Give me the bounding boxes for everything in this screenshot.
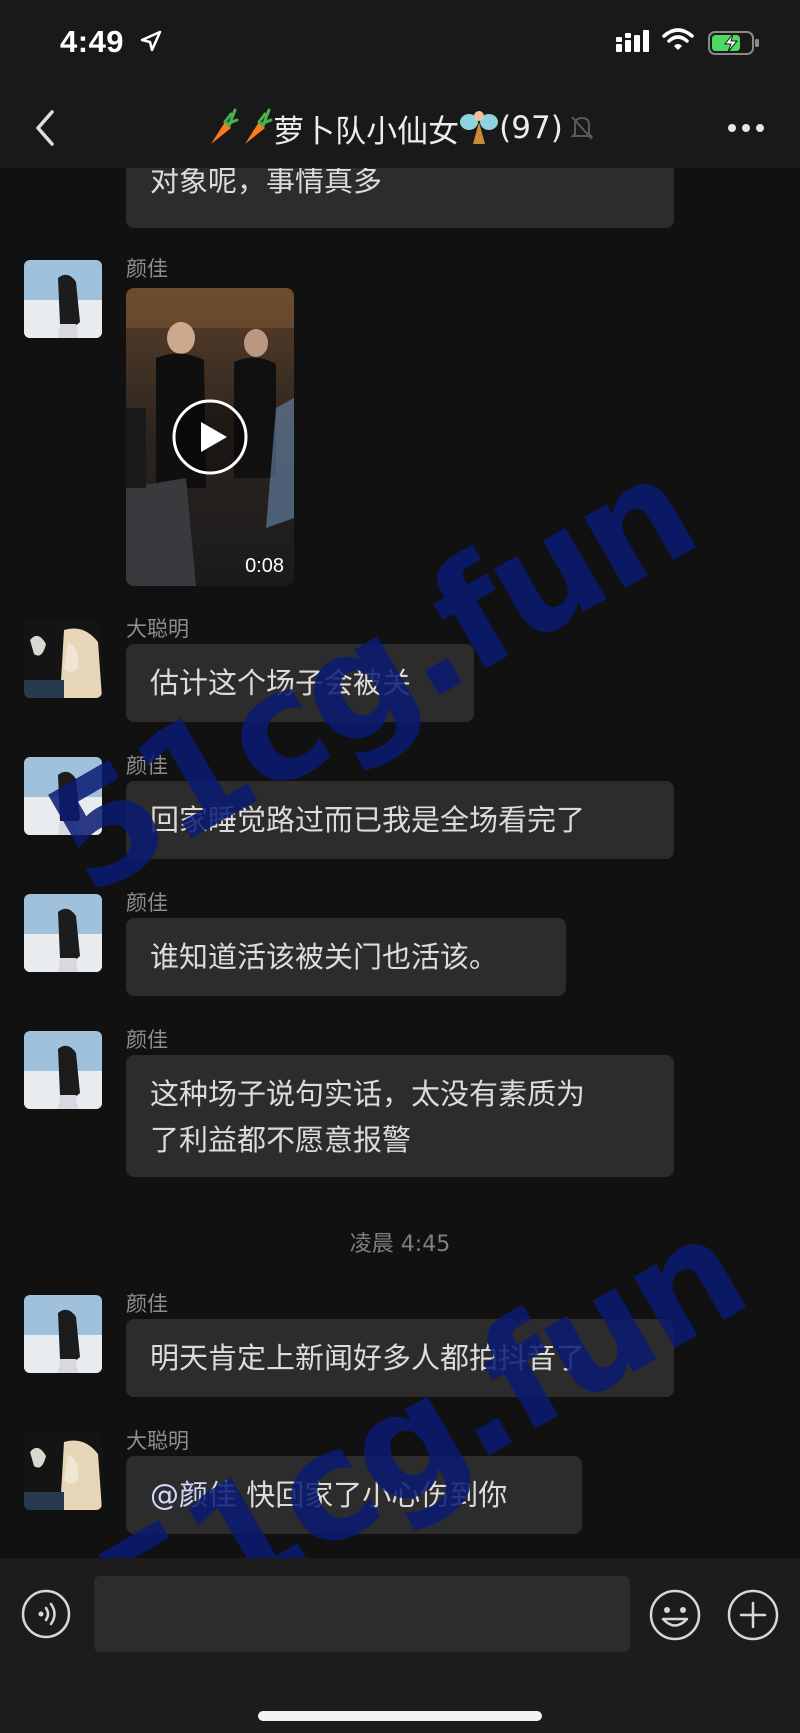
member-count: (97) xyxy=(499,110,563,146)
group-name: 萝卜队小仙女 xyxy=(273,113,460,150)
sender-name: 颜佳 xyxy=(126,1028,168,1052)
message-bubble[interactable]: 估计这个场子会被关 xyxy=(126,644,474,722)
avatar[interactable] xyxy=(24,1295,102,1373)
sender-name: 颜佳 xyxy=(126,257,168,281)
video-message[interactable]: 0:08 xyxy=(126,288,294,586)
message-bubble[interactable]: 谁知道活该被关门也活该。 xyxy=(126,918,566,996)
message-bubble[interactable]: 明天肯定上新闻好多人都拍抖音了 xyxy=(126,1319,674,1397)
plus-icon[interactable] xyxy=(726,1588,780,1642)
wifi-icon xyxy=(662,28,694,50)
chat-title: 萝卜队小仙女 (97) xyxy=(0,88,800,168)
chat-header: 萝卜队小仙女 (97) xyxy=(0,88,800,168)
mute-bell-icon xyxy=(570,116,594,140)
avatar[interactable] xyxy=(24,620,102,698)
chat-message-list[interactable]: 对象呢，事情真多 颜佳 0:08 大聪明 估计这个场子会被关 颜佳 回家睡觉路过… xyxy=(0,168,800,1558)
emoji-icon[interactable] xyxy=(648,1588,702,1642)
voice-icon[interactable] xyxy=(20,1588,72,1640)
avatar[interactable] xyxy=(24,894,102,972)
avatar[interactable] xyxy=(24,1432,102,1510)
more-icon[interactable] xyxy=(726,122,766,134)
message-bubble[interactable]: 对象呢，事情真多 xyxy=(126,168,674,228)
status-time: 4:49 xyxy=(60,24,125,59)
message-bubble[interactable]: @颜佳 快回家了小心伤到你 xyxy=(126,1456,582,1534)
avatar[interactable] xyxy=(24,757,102,835)
signal-icon xyxy=(616,30,649,52)
carrot-icon xyxy=(245,108,273,144)
time-divider: 凌晨 4:45 xyxy=(349,1232,451,1257)
video-duration: 0:08 xyxy=(245,555,284,577)
battery-icon xyxy=(708,31,759,55)
home-indicator[interactable] xyxy=(258,1711,542,1721)
status-bar: 4:49 xyxy=(0,0,800,88)
sender-name: 颜佳 xyxy=(126,754,168,778)
play-icon[interactable] xyxy=(170,397,250,477)
location-arrow-icon xyxy=(140,30,162,52)
fairy-icon xyxy=(460,111,499,144)
input-bar xyxy=(0,1558,800,1733)
avatar[interactable] xyxy=(24,1031,102,1109)
sender-name: 颜佳 xyxy=(126,891,168,915)
sender-name: 颜佳 xyxy=(126,1292,168,1316)
sender-name: 大聪明 xyxy=(126,617,189,641)
mention[interactable]: @颜佳 xyxy=(150,1478,237,1512)
message-input[interactable] xyxy=(94,1576,630,1652)
message-bubble[interactable]: 回家睡觉路过而已我是全场看完了 xyxy=(126,781,674,859)
avatar[interactable] xyxy=(24,260,102,338)
message-bubble[interactable]: 这种场子说句实话，太没有素质为 了利益都不愿意报警 xyxy=(126,1055,674,1177)
carrot-icon xyxy=(211,108,239,144)
sender-name: 大聪明 xyxy=(126,1429,189,1453)
